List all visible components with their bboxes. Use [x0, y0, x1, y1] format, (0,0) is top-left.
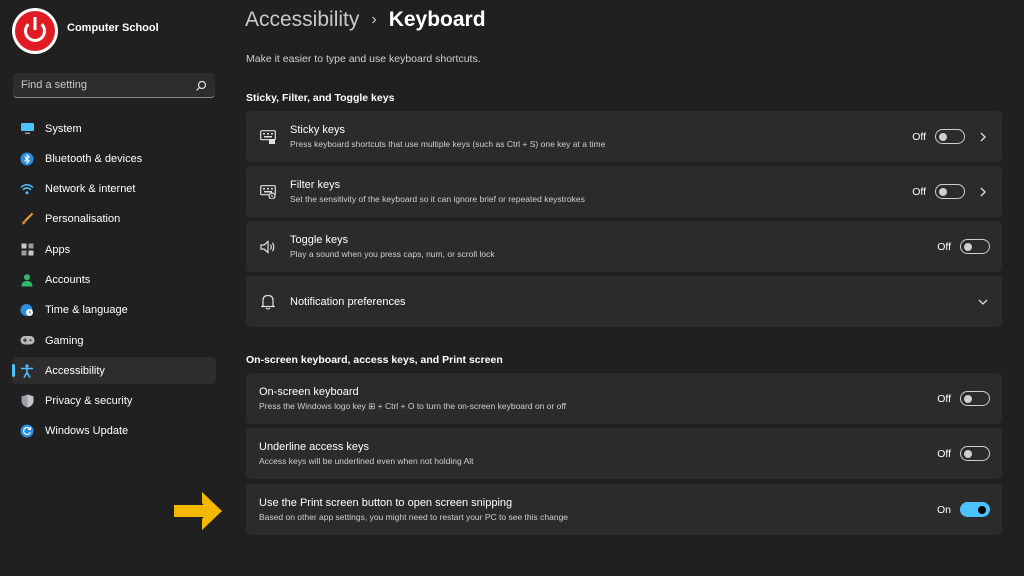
filter-keys-row[interactable]: Filter keys Set the sensitivity of the k…: [246, 166, 1002, 217]
print-screen-snipping-title: Use the Print screen button to open scre…: [259, 497, 513, 509]
sidebar-item-label: Network & internet: [45, 183, 136, 196]
sticky-keys-desc: Press keyboard shortcuts that use multip…: [290, 139, 606, 149]
arrow-pointer-icon: [172, 488, 236, 534]
sidebar-item-time-language[interactable]: Time & language: [12, 297, 216, 324]
wifi-icon: [19, 181, 35, 197]
print-screen-snipping-desc: Based on other app settings, you might n…: [259, 512, 569, 522]
onscreen-keyboard-row[interactable]: On-screen keyboard Press the Windows log…: [246, 373, 1002, 424]
sidebar-item-personalisation[interactable]: Personalisation: [12, 206, 216, 233]
underline-access-keys-toggle[interactable]: [960, 446, 990, 461]
filter-keys-desc: Set the sensitivity of the keyboard so i…: [290, 194, 585, 204]
underline-access-keys-state: Off: [937, 447, 951, 460]
underline-access-keys-title: Underline access keys: [259, 441, 370, 453]
onscreen-keyboard-desc: Press the Windows logo key ⊞ + Ctrl + O …: [259, 400, 566, 411]
sidebar-item-label: Time & language: [45, 304, 128, 317]
monitor-icon: [19, 121, 35, 137]
sidebar-item-bluetooth[interactable]: Bluetooth & devices: [12, 145, 216, 172]
power-logo-icon: [15, 11, 55, 51]
toggle-keys-title: Toggle keys: [290, 234, 349, 246]
sidebar-item-system[interactable]: System: [12, 115, 216, 142]
page-title: Keyboard: [388, 8, 486, 31]
section-title-sticky: Sticky, Filter, and Toggle keys: [246, 92, 395, 104]
globe-clock-icon: [19, 302, 35, 318]
chevron-down-icon[interactable]: [976, 295, 990, 309]
profile[interactable]: Computer School: [12, 8, 159, 54]
apps-icon: [19, 242, 35, 258]
underline-access-keys-desc: Access keys will be underlined even when…: [259, 456, 474, 466]
accessibility-icon: [19, 363, 35, 379]
sticky-keys-state: Off: [912, 130, 926, 143]
sidebar-item-label: Windows Update: [45, 425, 129, 438]
filter-keys-title: Filter keys: [290, 179, 341, 191]
sidebar-item-gaming[interactable]: Gaming: [12, 327, 216, 354]
shield-icon: [19, 393, 35, 409]
sidebar-item-label: Personalisation: [45, 213, 121, 226]
search-icon[interactable]: [195, 79, 207, 91]
sticky-keys-row[interactable]: Sticky keys Press keyboard shortcuts tha…: [246, 111, 1002, 162]
print-screen-snipping-toggle[interactable]: [960, 502, 990, 517]
sticky-keys-toggle[interactable]: [935, 129, 965, 144]
search-box[interactable]: Find a setting: [13, 73, 215, 98]
bluetooth-icon: [19, 151, 35, 167]
gamepad-icon: [19, 333, 35, 349]
sidebar-item-windows-update[interactable]: Windows Update: [12, 418, 216, 445]
search-input[interactable]: Find a setting: [21, 79, 195, 91]
sidebar-item-label: Bluetooth & devices: [45, 152, 143, 165]
filter-keys-state: Off: [912, 185, 926, 198]
sidebar-item-accounts[interactable]: Accounts: [12, 266, 216, 293]
toggle-keys-toggle[interactable]: [960, 239, 990, 254]
bell-icon: [259, 293, 277, 311]
sidebar-item-label: Apps: [45, 243, 71, 256]
print-screen-snipping-row[interactable]: Use the Print screen button to open scre…: [246, 484, 1002, 535]
sidebar-item-label: Privacy & security: [45, 395, 133, 408]
toggle-keys-state: Off: [937, 240, 951, 253]
onscreen-keyboard-title: On-screen keyboard: [259, 385, 359, 398]
person-icon: [19, 272, 35, 288]
breadcrumb-parent[interactable]: Accessibility: [245, 8, 359, 32]
sidebar-item-privacy[interactable]: Privacy & security: [12, 388, 216, 415]
filter-keys-icon: [259, 183, 277, 201]
underline-access-keys-row[interactable]: Underline access keys Access keys will b…: [246, 428, 1002, 479]
breadcrumb-separator: ›: [371, 11, 377, 28]
sidebar-item-label: Gaming: [45, 334, 84, 347]
print-screen-snipping-state: On: [936, 503, 951, 516]
onscreen-keyboard-toggle[interactable]: [960, 391, 990, 406]
notification-preferences-row[interactable]: Notification preferences: [246, 276, 1002, 327]
filter-keys-toggle[interactable]: [935, 184, 965, 199]
sidebar-nav: System Bluetooth & devices Network & int…: [12, 115, 216, 448]
notification-preferences-title: Notification preferences: [290, 295, 406, 308]
speaker-icon: [259, 238, 277, 256]
sticky-keys-icon: [259, 128, 277, 146]
breadcrumb: Accessibility › Keyboard: [245, 8, 486, 32]
brush-icon: [19, 211, 35, 227]
toggle-keys-row[interactable]: Toggle keys Play a sound when you press …: [246, 221, 1002, 272]
sticky-keys-title: Sticky keys: [290, 124, 346, 136]
sidebar-item-accessibility[interactable]: Accessibility: [12, 357, 216, 385]
chevron-right-icon[interactable]: [976, 185, 990, 199]
toggle-keys-desc: Play a sound when you press caps, num, o…: [290, 249, 495, 259]
section-title-onscreen: On-screen keyboard, access keys, and Pri…: [246, 354, 503, 366]
sidebar-item-label: Accessibility: [45, 364, 105, 377]
page-subtitle: Make it easier to type and use keyboard …: [246, 53, 481, 65]
sidebar-item-network[interactable]: Network & internet: [12, 176, 216, 203]
sidebar-item-label: System: [45, 122, 82, 135]
update-icon: [19, 423, 35, 439]
avatar[interactable]: [12, 8, 58, 54]
onscreen-keyboard-state: Off: [937, 392, 951, 405]
chevron-right-icon[interactable]: [976, 130, 990, 144]
sidebar-item-apps[interactable]: Apps: [12, 236, 216, 263]
profile-name: Computer School: [67, 22, 159, 34]
sidebar-item-label: Accounts: [45, 273, 91, 286]
